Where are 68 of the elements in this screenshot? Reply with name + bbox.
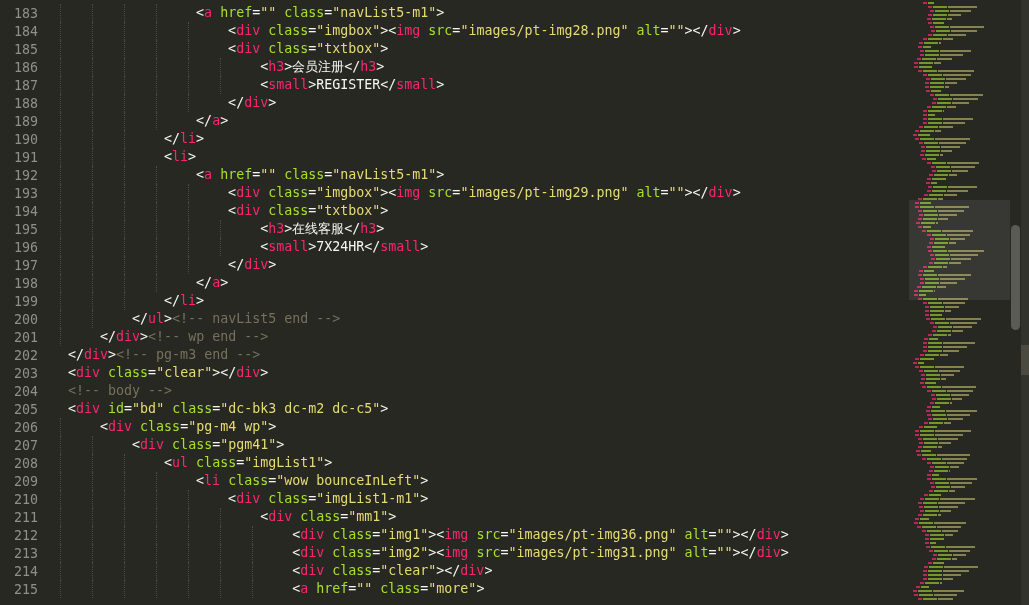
code-line: <div class="imgbox"><img src="images/pt-img28.png" alt=""></div> (60, 22, 741, 40)
line-number: 191 (12, 149, 38, 165)
line-number: 188 (12, 95, 38, 111)
line-number: 183 (12, 5, 38, 21)
code-line: <div class="txtbox"> (60, 202, 389, 220)
code-line: <h3>在线客服</h3> (60, 220, 385, 238)
line-number: 187 (12, 77, 38, 93)
scrollbar-thumb[interactable] (1011, 225, 1020, 330)
scroll-position-marker (1021, 345, 1029, 375)
code-line: <div class="pg-m4 wp"> (60, 418, 277, 436)
line-number: 192 (12, 167, 38, 183)
line-number: 190 (12, 131, 38, 147)
line-number: 202 (12, 347, 38, 363)
code-line: </li> (60, 130, 205, 148)
code-line: <div class="clear"></div> (67, 364, 269, 382)
code-line: <div class="pgm41"> (60, 436, 285, 454)
line-number: 198 (12, 275, 38, 291)
line-number: 203 (12, 365, 38, 381)
line-number: 193 (12, 185, 38, 201)
code-line: <!-- body --> (67, 382, 173, 400)
line-number: 189 (12, 113, 38, 129)
code-line: <div class="mm1"> (60, 508, 397, 526)
code-line: <small>REGISTER</small> (60, 76, 445, 94)
line-number: 201 (12, 329, 38, 345)
line-number: 207 (12, 437, 38, 453)
code-line: </div> (60, 256, 277, 274)
line-number: 196 (12, 239, 38, 255)
line-number: 185 (12, 41, 38, 57)
line-number: 186 (12, 59, 38, 75)
line-number: 200 (12, 311, 38, 327)
code-line: <div class="img1"><img src="images/pt-img36.png" alt=""></div> (60, 526, 789, 544)
code-line: <div class="img2"><img src="images/pt-img31.png" alt=""></div> (60, 544, 789, 562)
code-line: <li> (60, 148, 197, 166)
code-line: <ul class="imgList1"> (60, 454, 333, 472)
code-line: <h3>会员注册</h3> (60, 58, 385, 76)
code-line: <small>7X24HR</small> (60, 238, 429, 256)
line-number: 212 (12, 527, 38, 543)
code-line: <div class="imgbox"><img src="images/pt-img29.png" alt=""></div> (60, 184, 741, 202)
line-number: 197 (12, 257, 38, 273)
line-number: 210 (12, 491, 38, 507)
line-number: 205 (12, 401, 38, 417)
code-line: </a> (60, 274, 229, 292)
line-number: 199 (12, 293, 38, 309)
code-line: <div class="txtbox"> (60, 40, 389, 58)
line-number: 208 (12, 455, 38, 471)
line-number: 209 (12, 473, 38, 489)
line-number: 194 (12, 203, 38, 219)
code-line: <a href="" class="more"> (60, 580, 485, 598)
code-line: <div class="imgList1-m1"> (60, 490, 429, 508)
line-number: 184 (12, 23, 38, 39)
line-number: 211 (12, 509, 38, 525)
code-line: </div><!-- wp end --> (60, 328, 269, 346)
code-line: </li> (60, 292, 205, 310)
code-line: </a> (60, 112, 229, 130)
code-line: </div> (60, 94, 277, 112)
code-line: <div id="bd" class="dc-bk3 dc-m2 dc-c5"> (67, 400, 389, 418)
line-number: 213 (12, 545, 38, 561)
code-line: <div class="clear"></div> (60, 562, 493, 580)
code-line: <a href="" class="navList5-m1"> (60, 166, 445, 184)
code-line: </ul><!-- navList5 end --> (60, 310, 341, 328)
code-line: </div><!-- pg-m3 end --> (67, 346, 261, 364)
code-line: <a href="" class="navList5-m1"> (60, 4, 445, 22)
line-number: 215 (12, 581, 38, 597)
code-line: <li class="wow bounceInLeft"> (60, 472, 429, 490)
line-number: 195 (12, 221, 38, 237)
line-number: 204 (12, 383, 38, 399)
line-number: 206 (12, 419, 38, 435)
line-number: 214 (12, 563, 38, 579)
